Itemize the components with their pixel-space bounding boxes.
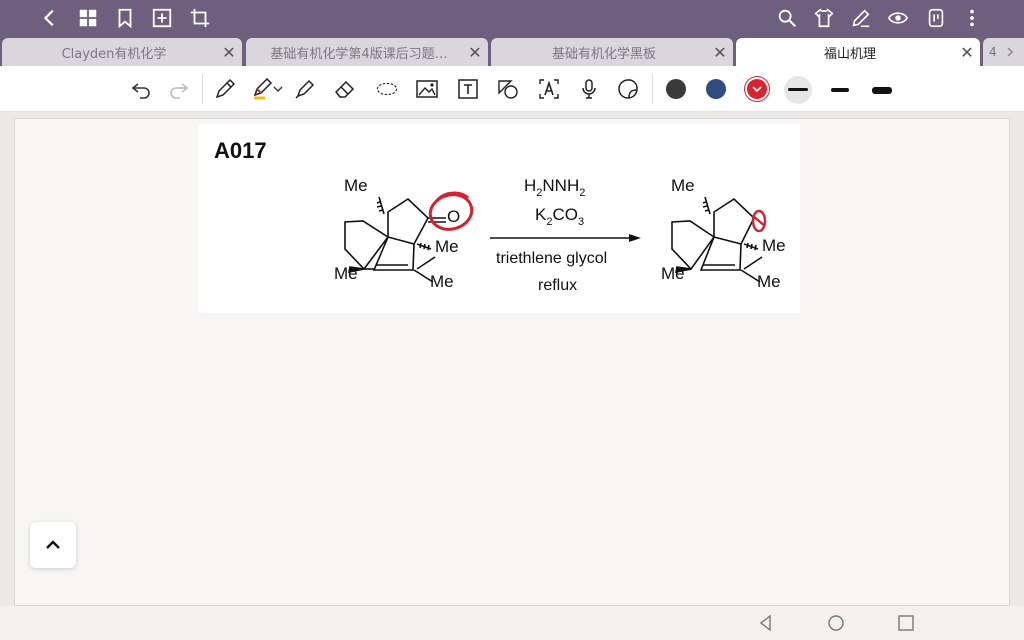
- color-swatch-red-selected[interactable]: [747, 79, 767, 99]
- tab-basic-organic-exercises[interactable]: 基础有机化学第4版课后习题… ✕: [246, 38, 488, 66]
- tab-label: 福山机理: [823, 46, 876, 62]
- tab-label: 基础有机化学第4版课后习题…: [270, 46, 448, 62]
- chevron-down-icon: [752, 86, 762, 93]
- reactant-me-top: Me: [344, 176, 368, 195]
- reagent-line2: K2CO3: [535, 205, 584, 228]
- tab-blackboard[interactable]: 基础有机化学黑板 ✕: [491, 38, 733, 66]
- stroke-width-medium[interactable]: [831, 88, 849, 92]
- tab-bar: Clayden有机化学 ✕ 基础有机化学第4版课后习题… ✕ 基础有机化学黑板 …: [0, 36, 1024, 66]
- shapes-icon[interactable]: [495, 76, 521, 102]
- product-me-left: Me: [661, 264, 685, 283]
- close-icon[interactable]: ✕: [707, 43, 733, 62]
- app-top-bar: [0, 0, 1024, 36]
- lasso-icon[interactable]: [372, 76, 402, 102]
- nav-recents-icon[interactable]: [896, 613, 916, 633]
- tab-count[interactable]: 4: [983, 38, 1024, 66]
- tab-fukuyama-mechanism[interactable]: 福山机理 ✕: [736, 38, 980, 66]
- product-me-bottom: Me: [757, 272, 781, 291]
- reaction-card: A017 Me O Me Me Me H2NNH2 K2CO3 triethle…: [198, 124, 800, 313]
- ocr-text-icon[interactable]: [536, 76, 562, 102]
- tab-label: Clayden有机化学: [61, 46, 167, 62]
- close-icon[interactable]: ✕: [216, 43, 242, 62]
- chevron-right-icon: [1007, 47, 1013, 57]
- ink-circle-ch2: [751, 209, 767, 233]
- tab-count-label: 4: [989, 45, 997, 59]
- reactant-carbonyl-o: O: [447, 207, 460, 226]
- nav-home-icon[interactable]: [826, 613, 846, 633]
- chevron-down-icon[interactable]: [272, 76, 284, 102]
- image-icon[interactable]: [414, 76, 440, 102]
- divider: [202, 74, 203, 104]
- drawing-toolbar: [0, 66, 1024, 112]
- product-me-top: Me: [671, 176, 695, 195]
- more-icon[interactable]: [960, 6, 984, 30]
- sticker-icon[interactable]: [615, 76, 641, 102]
- reagent-solvent: triethlene glycol: [496, 250, 607, 267]
- reagent-condition: reflux: [538, 277, 577, 294]
- shirt-icon[interactable]: [812, 6, 836, 30]
- chevron-up-icon: [46, 540, 60, 549]
- divider: [652, 74, 653, 104]
- redo-icon[interactable]: [166, 76, 192, 102]
- highlighter-icon[interactable]: [292, 76, 318, 102]
- undo-icon[interactable]: [128, 76, 154, 102]
- add-page-icon[interactable]: [150, 6, 174, 30]
- tab-label: 基础有机化学黑板: [551, 46, 656, 62]
- system-nav-bar: [0, 606, 1024, 640]
- close-icon[interactable]: ✕: [462, 43, 488, 62]
- color-swatch-blue[interactable]: [706, 79, 726, 99]
- pen-icon[interactable]: [212, 76, 238, 102]
- color-swatch-black[interactable]: [666, 79, 686, 99]
- scroll-to-top-button[interactable]: [30, 522, 76, 568]
- stroke-width-thin: [788, 88, 808, 91]
- nav-back-icon[interactable]: [756, 613, 776, 633]
- tab-clayden[interactable]: Clayden有机化学 ✕: [2, 38, 242, 66]
- product-structure: [671, 196, 763, 283]
- reagent-line1: H2NNH2: [524, 176, 585, 199]
- eraser-icon[interactable]: [332, 76, 358, 102]
- reactant-me-right: Me: [435, 237, 459, 256]
- eye-icon[interactable]: [886, 6, 910, 30]
- grid-icon[interactable]: [76, 6, 100, 30]
- product-me-right: Me: [762, 236, 786, 255]
- search-icon[interactable]: [775, 6, 799, 30]
- text-box-icon[interactable]: [455, 76, 481, 102]
- crop-icon[interactable]: [188, 6, 212, 30]
- close-icon[interactable]: ✕: [954, 43, 980, 62]
- bookmark-icon[interactable]: [113, 6, 137, 30]
- document-icon[interactable]: [924, 6, 948, 30]
- reactant-me-bottom: Me: [430, 272, 454, 291]
- back-icon[interactable]: [38, 6, 62, 30]
- reactant-me-left: Me: [334, 264, 358, 283]
- microphone-icon[interactable]: [576, 76, 602, 102]
- pen-edit-icon[interactable]: [849, 6, 873, 30]
- reaction-scheme: Me O Me Me Me H2NNH2 K2CO3 triethlene gl…: [334, 176, 786, 294]
- reaction-arrow: [490, 234, 641, 242]
- stroke-width-thick[interactable]: [872, 87, 892, 94]
